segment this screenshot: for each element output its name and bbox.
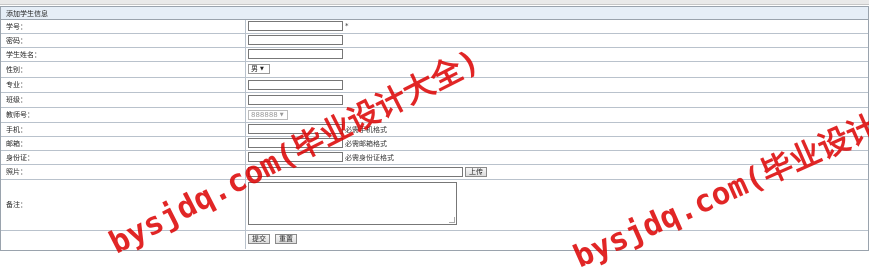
row-major: 专业： — [1, 78, 868, 93]
student-no-input[interactable] — [248, 21, 343, 31]
form-title-text: 添加学生信息 — [6, 10, 48, 18]
label-major: 专业： — [6, 81, 27, 89]
password-input[interactable] — [248, 35, 343, 45]
chevron-down-icon: ▼ — [260, 66, 264, 72]
teacher-no-value: 888888 — [251, 111, 278, 119]
id-card-hint: 必需身份证格式 — [345, 153, 394, 162]
label-gender: 性别： — [6, 65, 27, 74]
id-card-input[interactable] — [248, 152, 343, 162]
row-teacher-no: 教师号： 888888 ▼ — [1, 108, 868, 123]
row-student-no: 学号： * — [1, 20, 868, 34]
row-email: 邮箱： 必需邮箱格式 — [1, 137, 868, 151]
remark-textarea[interactable] — [248, 182, 457, 225]
email-hint: 必需邮箱格式 — [345, 139, 387, 148]
chevron-down-icon: ▼ — [279, 112, 284, 118]
row-student-name: 学生姓名： — [1, 48, 868, 62]
label-student-name: 学生姓名： — [6, 50, 41, 59]
gender-select-value: 男 — [251, 65, 258, 73]
class-input[interactable] — [248, 95, 343, 105]
student-form: 添加学生信息 学号： * 密码： 学生姓名： 性别： 男 ▼ 专业： 班级： 教师… — [0, 6, 869, 251]
row-actions: 提交 重置 — [1, 231, 868, 249]
label-student-no: 学号： — [6, 22, 27, 31]
row-class: 班级： — [1, 93, 868, 108]
required-mark: * — [345, 22, 349, 30]
student-name-input[interactable] — [248, 49, 343, 59]
label-remark: 备注： — [6, 201, 27, 209]
row-id-card: 身份证： 必需身份证格式 — [1, 151, 868, 165]
row-photo: 照片： 上传 — [1, 165, 868, 180]
gender-select[interactable]: 男 ▼ — [248, 64, 270, 74]
label-id-card: 身份证： — [6, 153, 34, 162]
label-teacher-no: 教师号： — [6, 111, 34, 119]
label-password: 密码： — [6, 36, 27, 45]
label-photo: 照片： — [6, 168, 27, 176]
major-input[interactable] — [248, 80, 343, 90]
upload-button[interactable]: 上传 — [465, 167, 487, 177]
top-strip — [0, 0, 869, 5]
email-input[interactable] — [248, 138, 343, 148]
photo-input[interactable] — [248, 167, 463, 177]
teacher-no-select[interactable]: 888888 ▼ — [248, 110, 288, 120]
form-title: 添加学生信息 — [1, 7, 868, 20]
phone-hint: 必需手机格式 — [345, 125, 387, 134]
resize-handle-icon[interactable] — [449, 217, 455, 223]
label-phone: 手机： — [6, 125, 27, 134]
row-phone: 手机： 必需手机格式 — [1, 123, 868, 137]
submit-button[interactable]: 提交 — [248, 234, 270, 244]
phone-input[interactable] — [248, 124, 343, 134]
row-gender: 性别： 男 ▼ — [1, 62, 868, 78]
label-email: 邮箱： — [6, 139, 27, 148]
row-remark: 备注： — [1, 180, 868, 231]
label-class: 班级： — [6, 96, 27, 104]
row-password: 密码： — [1, 34, 868, 48]
reset-button[interactable]: 重置 — [275, 234, 297, 244]
